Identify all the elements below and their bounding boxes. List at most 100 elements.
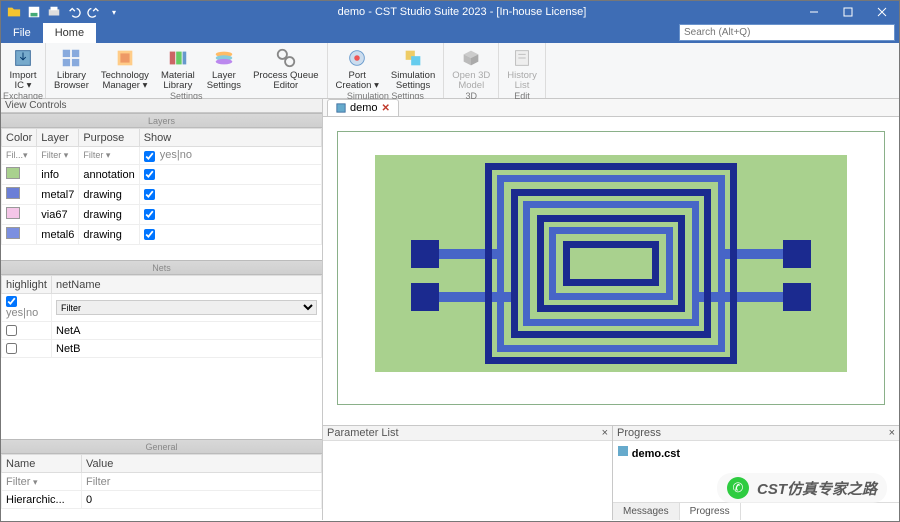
filter-layer[interactable]: Filter ▾ xyxy=(37,147,79,165)
redo-icon[interactable] xyxy=(87,5,101,19)
close-icon[interactable]: × xyxy=(602,427,608,439)
import-ic-button[interactable]: Import IC ▾ xyxy=(3,45,43,91)
table-row[interactable]: metal6 drawing xyxy=(2,225,322,245)
table-row[interactable]: via67 drawing xyxy=(2,205,322,225)
quick-access-toolbar: ▾ xyxy=(1,5,127,19)
table-row[interactable]: metal7 drawing xyxy=(2,185,322,205)
col-netname[interactable]: netName xyxy=(52,276,322,294)
design-canvas[interactable] xyxy=(323,117,899,425)
general-header: General xyxy=(1,439,322,454)
simulation-settings-button[interactable]: Simulation Settings xyxy=(385,45,441,91)
save-icon[interactable] xyxy=(27,5,41,19)
layer-show-cell[interactable] xyxy=(139,185,321,205)
filter-color[interactable]: Fil...▾ xyxy=(2,147,37,165)
main-body: View Controls Layers Color Layer Purpose… xyxy=(1,99,899,520)
document-tab[interactable]: demo ✕ xyxy=(327,99,399,116)
close-icon[interactable]: × xyxy=(889,427,895,439)
layers-header: Layers xyxy=(1,113,322,128)
net-name-cell[interactable]: NetA xyxy=(52,322,322,340)
parameter-list-body[interactable] xyxy=(323,441,612,520)
open-3d-model-button[interactable]: Open 3D Model xyxy=(446,45,496,91)
close-tab-icon[interactable]: ✕ xyxy=(382,103,390,114)
col-gen-value[interactable]: Value xyxy=(82,455,322,473)
net-hl-cell[interactable] xyxy=(2,322,52,340)
col-show[interactable]: Show xyxy=(139,129,321,147)
layer-color-cell[interactable] xyxy=(2,225,37,245)
layer-show-chk[interactable] xyxy=(144,209,155,220)
maximize-button[interactable] xyxy=(831,1,865,23)
library-browser-button[interactable]: Library Browser xyxy=(48,45,95,91)
filter-show[interactable]: yes|no xyxy=(139,147,321,165)
filter-purpose[interactable]: Filter ▾ xyxy=(79,147,139,165)
technology-manager-button[interactable]: Technology Manager ▾ xyxy=(95,45,155,91)
layer-show-cell[interactable] xyxy=(139,225,321,245)
gen-row-value[interactable]: 0 xyxy=(82,491,322,509)
col-layer[interactable]: Layer xyxy=(37,129,79,147)
col-highlight[interactable]: highlight xyxy=(2,276,52,294)
open-icon[interactable] xyxy=(7,5,21,19)
ribbon-group-exchange: Import IC ▾ Exchange xyxy=(1,43,46,98)
net-hl-cell[interactable] xyxy=(2,340,52,358)
cad-viewport[interactable] xyxy=(337,131,885,405)
close-button[interactable] xyxy=(865,1,899,23)
gen-row-name[interactable]: Hierarchic... xyxy=(2,491,82,509)
layer-show-cell[interactable] xyxy=(139,165,321,185)
net-hl-chk[interactable] xyxy=(6,343,17,354)
col-gen-name[interactable]: Name xyxy=(2,455,82,473)
tab-messages[interactable]: Messages xyxy=(613,503,680,520)
col-color[interactable]: Color xyxy=(2,129,37,147)
layer-color-cell[interactable] xyxy=(2,165,37,185)
table-row: Hierarchic... 0 xyxy=(2,491,322,509)
process-queue-button[interactable]: Process Queue Editor xyxy=(247,45,324,91)
net-name-cell[interactable]: NetB xyxy=(52,340,322,358)
filter-gen-name[interactable]: Filter ▾ xyxy=(2,473,82,491)
ribbon-group-simulation: Port Creation ▾ Simulation Settings Simu… xyxy=(328,43,445,98)
filter-gen-value[interactable]: Filter xyxy=(82,473,322,491)
ribbon-group-settings: Library Browser Technology Manager ▾ Mat… xyxy=(46,43,328,98)
layer-show-chk[interactable] xyxy=(144,189,155,200)
table-row[interactable]: NetA xyxy=(2,322,322,340)
port-creation-button[interactable]: Port Creation ▾ xyxy=(330,45,385,91)
layer-purpose-cell[interactable]: drawing xyxy=(79,225,139,245)
table-row[interactable]: NetB xyxy=(2,340,322,358)
filter-netname-select[interactable]: Filter xyxy=(56,300,317,315)
window-controls xyxy=(797,1,899,23)
progress-filename: demo.cst xyxy=(632,448,680,460)
layer-show-cell[interactable] xyxy=(139,205,321,225)
layer-purpose-cell[interactable]: drawing xyxy=(79,205,139,225)
undo-icon[interactable] xyxy=(67,5,81,19)
filter-hl-chk[interactable] xyxy=(6,296,17,307)
tab-home[interactable]: Home xyxy=(43,23,96,43)
col-purpose[interactable]: Purpose xyxy=(79,129,139,147)
wechat-icon: ✆ xyxy=(727,477,749,499)
title-bar: ▾ demo - CST Studio Suite 2023 - [In-hou… xyxy=(1,1,899,23)
layer-show-chk[interactable] xyxy=(144,229,155,240)
layer-purpose-cell[interactable]: annotation xyxy=(79,165,139,185)
table-row[interactable]: info annotation xyxy=(2,165,322,185)
layer-show-chk[interactable] xyxy=(144,169,155,180)
layer-color-cell[interactable] xyxy=(2,185,37,205)
progress-header: Progress× xyxy=(613,426,899,441)
layer-name-cell[interactable]: metal6 xyxy=(37,225,79,245)
net-hl-chk[interactable] xyxy=(6,325,17,336)
tab-progress[interactable]: Progress xyxy=(680,503,741,520)
layer-settings-button[interactable]: Layer Settings xyxy=(201,45,247,91)
print-icon[interactable] xyxy=(47,5,61,19)
layer-purpose-cell[interactable]: drawing xyxy=(79,185,139,205)
layer-name-cell[interactable]: via67 xyxy=(37,205,79,225)
ribbon-group-edit: History List Edit xyxy=(499,43,546,98)
layer-color-cell[interactable] xyxy=(2,205,37,225)
search-input[interactable] xyxy=(679,24,895,41)
layer-name-cell[interactable]: metal7 xyxy=(37,185,79,205)
filter-highlight[interactable]: yes|no xyxy=(2,294,52,322)
tab-file[interactable]: File xyxy=(1,23,43,43)
qat-more-icon[interactable]: ▾ xyxy=(107,5,121,19)
filter-netname[interactable]: Filter xyxy=(52,294,322,322)
history-list-button[interactable]: History List xyxy=(501,45,543,91)
pad-left-bot xyxy=(411,283,439,311)
minimize-button[interactable] xyxy=(797,1,831,23)
material-library-button[interactable]: Material Library xyxy=(155,45,201,91)
layer-name-cell[interactable]: info xyxy=(37,165,79,185)
filter-show-chk[interactable] xyxy=(144,151,155,162)
parameter-list-header: Parameter List× xyxy=(323,426,612,441)
